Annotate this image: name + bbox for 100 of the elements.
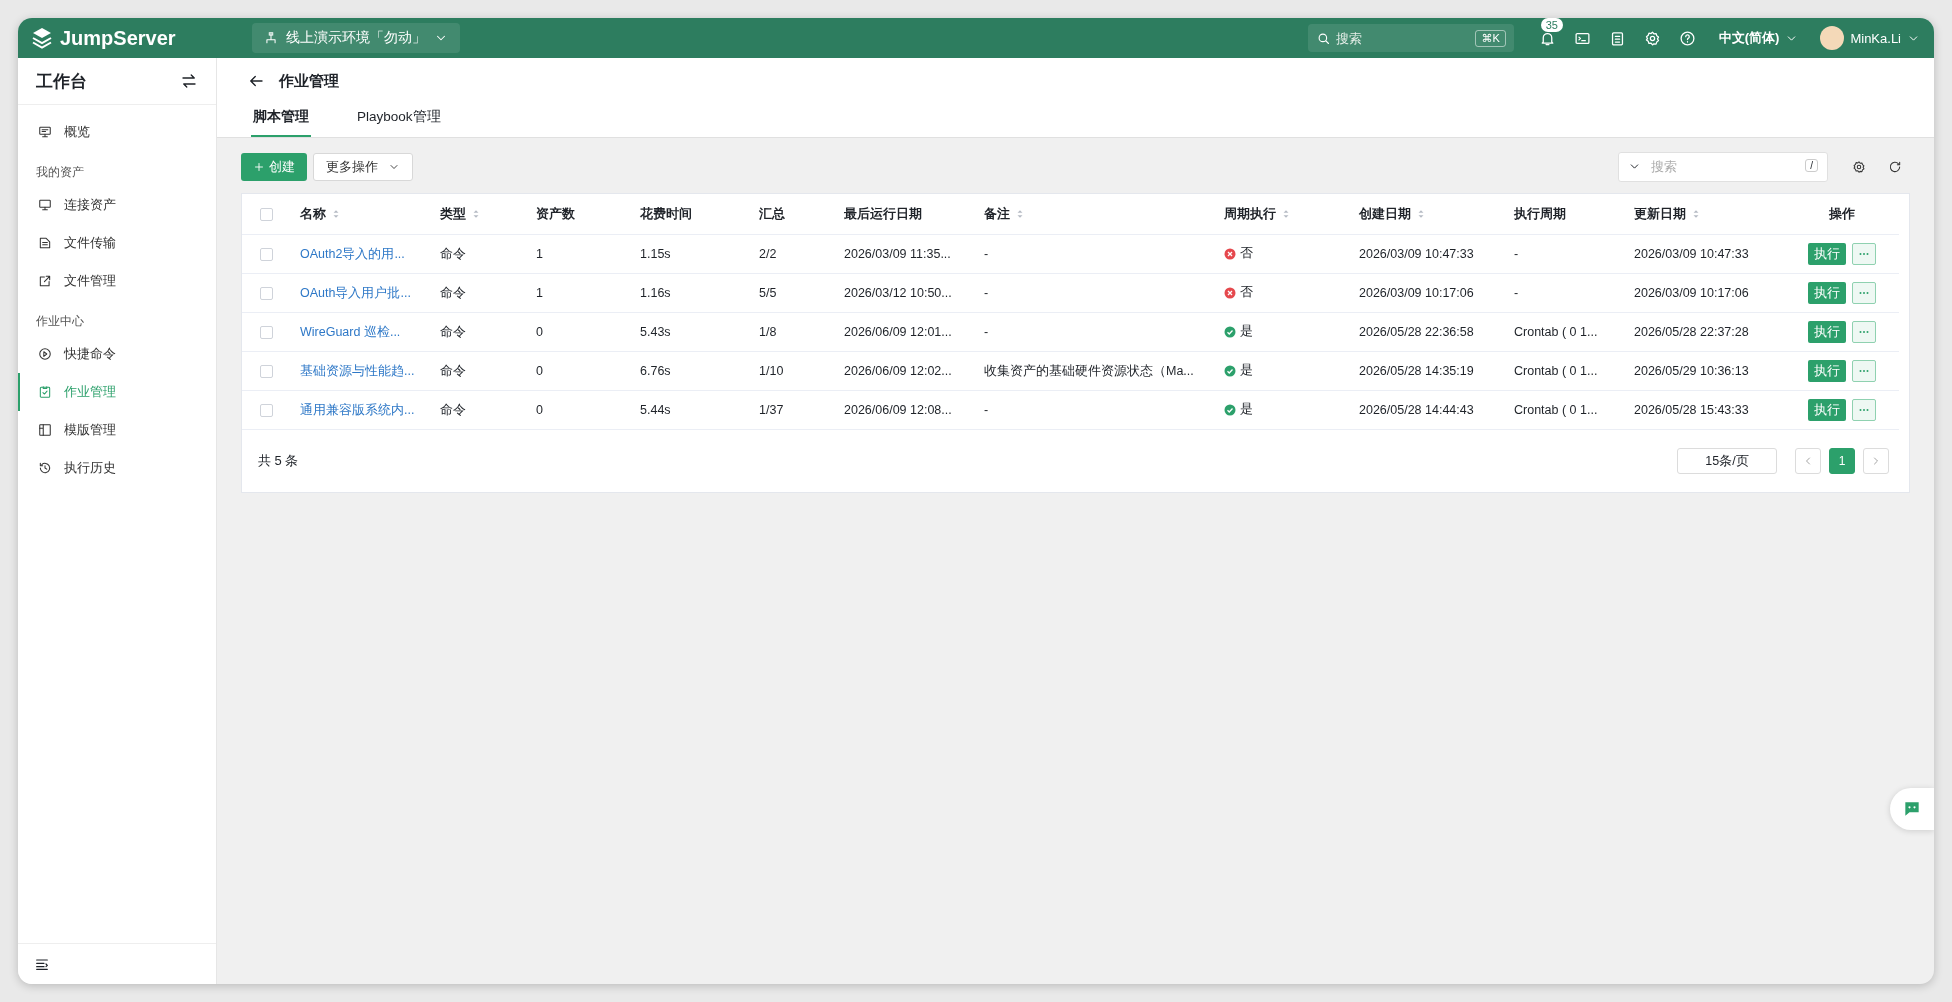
status-label: 否 [1240, 284, 1253, 302]
tab[interactable]: 脚本管理 [251, 104, 311, 137]
column-header: 更新日期 [1634, 205, 1686, 223]
notification-count-badge: 35 [1540, 18, 1563, 32]
more-button[interactable] [1851, 321, 1876, 343]
table-cell: 2026/03/09 11:35... [844, 247, 951, 261]
checkbox[interactable] [259, 287, 273, 301]
total-count: 共 5 条 [258, 452, 300, 470]
checkbox[interactable] [259, 365, 273, 379]
clipboard-check-icon [38, 385, 52, 399]
column-header: 最后运行日期 [844, 205, 922, 223]
table-cell: 1 [536, 247, 543, 261]
status-label: 是 [1240, 323, 1253, 341]
run-button[interactable]: 执行 [1807, 360, 1846, 382]
more-actions-dropdown[interactable]: 更多操作 [313, 153, 413, 181]
previous-page-button[interactable] [1795, 448, 1821, 474]
more-button[interactable] [1851, 243, 1876, 265]
app-logo-text: JumpServer [60, 26, 176, 50]
page-size-select[interactable]: 15条/页 [1677, 448, 1777, 474]
help-icon[interactable] [1678, 29, 1696, 47]
run-button[interactable]: 执行 [1807, 282, 1846, 304]
org-selector[interactable]: 线上演示环境「勿动」 [252, 23, 460, 53]
job-name-link[interactable]: OAuth导入用户批... [300, 285, 411, 300]
run-button[interactable]: 执行 [1807, 399, 1846, 421]
clock-icon [38, 461, 52, 475]
table-cell: 2026/05/29 10:36:13 [1634, 364, 1749, 378]
chat-button[interactable] [1890, 788, 1934, 830]
settings-icon[interactable] [1643, 29, 1661, 47]
table-cell: 2026/06/09 12:08... [844, 403, 952, 417]
table-cell: - [1514, 247, 1519, 261]
column-header: 执行周期 [1514, 205, 1566, 223]
more-button[interactable] [1851, 399, 1876, 421]
avatar [1820, 26, 1845, 50]
table-cell: 2026/03/09 10:17:06 [1359, 286, 1474, 300]
create-button[interactable]: 创建 [241, 153, 307, 181]
sidebar-item[interactable]: 模版管理 [18, 411, 216, 449]
refresh-icon[interactable] [1888, 160, 1902, 174]
checkbox[interactable] [259, 404, 273, 418]
user-menu[interactable]: MinKa.Li [1820, 26, 1920, 50]
chat-bubble-icon [1902, 799, 1922, 819]
table-cell: 命令 [440, 402, 466, 417]
more-button[interactable] [1851, 282, 1876, 304]
column-header: 操作 [1828, 205, 1855, 223]
table-cell: - [984, 247, 989, 261]
table-cell: 5.44s [640, 403, 671, 417]
table-cell: 0 [536, 364, 543, 378]
sidebar-title: 工作台 [36, 70, 87, 93]
sidebar-item[interactable]: 概览 [18, 113, 216, 151]
language-selector[interactable]: 中文(简体) [1718, 29, 1799, 47]
table-cell: 1 [536, 286, 543, 300]
table-cell: 6.76s [640, 364, 671, 378]
table-cell: Crontab ( 0 1... [1514, 364, 1598, 378]
table-cell: 1/37 [759, 403, 784, 417]
next-page-button[interactable] [1863, 448, 1889, 474]
job-name-link[interactable]: WireGuard 巡检... [300, 324, 401, 339]
table-cell: 2026/05/28 14:44:43 [1359, 403, 1474, 417]
status-label: 是 [1240, 401, 1253, 419]
sidebar-item[interactable]: 执行历史 [18, 449, 216, 487]
sidebar-section-label: 作业中心 [35, 314, 85, 329]
table-cell: 2026/06/09 12:02... [844, 364, 952, 378]
column-header: 资产数 [536, 205, 575, 223]
column-header: 汇总 [759, 205, 785, 223]
table-cell: - [984, 403, 989, 417]
table-cell: Crontab ( 0 1... [1514, 403, 1598, 417]
sidebar-item[interactable]: 快捷命令 [18, 335, 216, 373]
table-cell: - [984, 325, 989, 339]
table-cell: 命令 [440, 246, 466, 261]
tab[interactable]: Playbook管理 [355, 104, 443, 137]
page-number-button[interactable]: 1 [1829, 448, 1855, 474]
sidebar-item[interactable]: 连接资产 [18, 186, 216, 224]
switch-icon[interactable] [180, 72, 198, 90]
table-cell: 1.15s [640, 247, 671, 261]
job-name-link[interactable]: OAuth2导入的用... [300, 246, 405, 261]
sidebar-item[interactable]: 文件管理 [18, 262, 216, 300]
sidebar-item[interactable]: 文件传输 [18, 224, 216, 262]
settings-icon[interactable] [1852, 160, 1866, 174]
more-button[interactable] [1851, 360, 1876, 382]
sidebar-item[interactable]: 作业管理 [18, 373, 216, 411]
job-name-link[interactable]: 基础资源与性能趋... [300, 363, 415, 378]
monitor-icon [38, 198, 52, 212]
table-cell: 命令 [440, 363, 466, 378]
status-label: 否 [1240, 245, 1253, 263]
checkbox[interactable] [259, 248, 273, 262]
table-cell: 2026/05/28 15:43:33 [1634, 403, 1749, 417]
table-cell: 收集资产的基础硬件资源状态（Ma... [984, 363, 1194, 378]
job-name-link[interactable]: 通用兼容版系统内... [300, 402, 415, 417]
run-button[interactable]: 执行 [1807, 243, 1846, 265]
layout-icon [38, 423, 52, 437]
table-cell: - [984, 286, 989, 300]
menu-icon[interactable] [34, 956, 50, 972]
checkbox[interactable] [259, 208, 273, 222]
run-button[interactable]: 执行 [1807, 321, 1846, 343]
shortcut-hint: / [1805, 159, 1818, 172]
table-cell: 2026/03/09 10:47:33 [1634, 247, 1749, 261]
column-header: 周期执行 [1224, 205, 1276, 223]
table-cell: - [1514, 286, 1519, 300]
table-cell: 2026/05/28 22:36:58 [1359, 325, 1474, 339]
checkbox[interactable] [259, 326, 273, 340]
network-icon [264, 31, 278, 45]
logo-icon [30, 26, 54, 50]
